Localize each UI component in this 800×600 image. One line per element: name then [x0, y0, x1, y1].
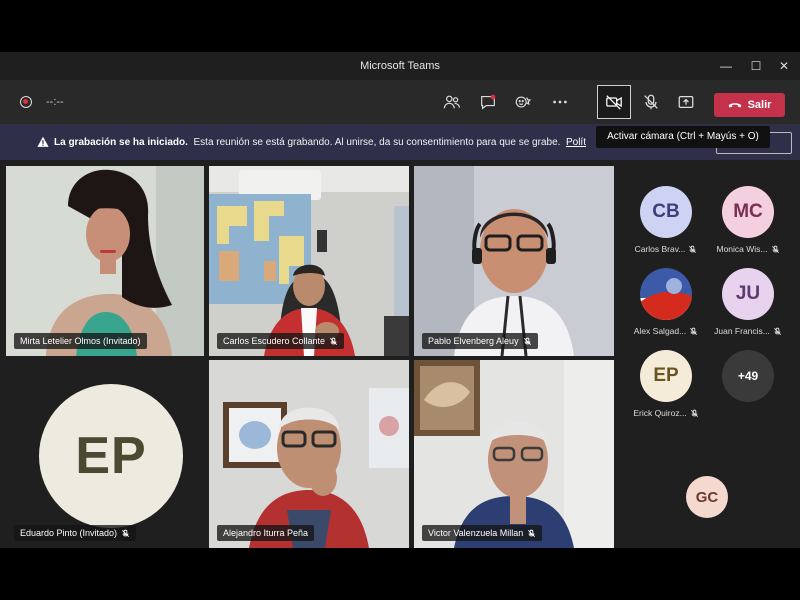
people-icon: [443, 95, 460, 109]
mic-off-icon: [330, 337, 338, 345]
camera-off-icon: [606, 95, 622, 110]
video-tile-victor[interactable]: Victor Valenzuela Millan: [414, 360, 614, 548]
share-screen-button[interactable]: [672, 88, 700, 116]
microphone-toggle-button[interactable]: [637, 88, 665, 116]
reactions-button[interactable]: [509, 88, 537, 116]
participant-video: [209, 166, 409, 356]
roster-item[interactable]: MC Monica Wis...: [708, 186, 788, 254]
participant-name-tag: Eduardo Pinto (Invitado): [14, 525, 137, 541]
banner-message: La grabación se ha iniciado. Esta reunió…: [54, 137, 586, 148]
leave-button[interactable]: Salir: [714, 93, 785, 117]
leave-label: Salir: [747, 99, 772, 111]
camera-tooltip: Activar cámara (Ctrl + Mayús + O): [596, 126, 770, 148]
participant-roster: CB Carlos Brav... MC Monica Wis... Alex …: [614, 164, 800, 548]
reactions-icon: [515, 96, 532, 108]
close-button[interactable]: ✕: [772, 57, 796, 75]
banner-text: Esta reunión se está grabando. Al unirse…: [193, 137, 561, 148]
participant-video: [414, 166, 614, 356]
mic-off-icon: [689, 245, 697, 253]
participant-name: Pablo Elvenberg Aleuy: [428, 336, 519, 346]
roster-item[interactable]: EP Erick Quiroz...: [626, 350, 706, 418]
share-icon: [678, 95, 694, 109]
mic-off-icon: [773, 327, 781, 335]
more-participants-count: +49: [722, 350, 774, 402]
policy-link[interactable]: Polít: [566, 137, 586, 148]
mic-off-icon: [690, 327, 698, 335]
participant-avatar: MC: [722, 186, 774, 238]
participant-name: Carlos Escudero Collante: [223, 336, 326, 346]
participant-avatar: [640, 268, 692, 320]
banner-title: La grabación se ha iniciado.: [54, 137, 188, 148]
roster-item[interactable]: Alex Salgad...: [626, 268, 706, 336]
video-tile-eduardo[interactable]: EP Eduardo Pinto (Invitado): [6, 360, 204, 548]
roster-item[interactable]: GC: [667, 476, 747, 518]
video-tile-alejandro[interactable]: Alejandro Iturra Peña: [209, 360, 409, 548]
mic-off-icon: [690, 409, 698, 417]
mic-off-icon: [528, 529, 536, 537]
more-icon: [553, 100, 567, 104]
more-participants-button[interactable]: +49: [708, 350, 788, 402]
video-tile-mirta[interactable]: Mirta Letelier Olmos (Invitado): [6, 166, 204, 356]
mic-off-icon: [644, 94, 658, 110]
profile-photo: [640, 268, 692, 320]
roster-item[interactable]: JU Juan Francis...: [708, 268, 788, 336]
participant-name: Alex Salgad...: [633, 326, 687, 336]
window-title: Microsoft Teams: [360, 60, 440, 72]
participant-name: Carlos Brav...: [634, 244, 686, 254]
mic-off-icon: [523, 337, 531, 345]
meeting-toolbar: --:-- Salir: [0, 80, 800, 124]
minimize-button[interactable]: —: [714, 57, 738, 75]
camera-toggle-button[interactable]: [597, 85, 631, 119]
chat-icon: [481, 94, 496, 110]
chat-button[interactable]: [474, 88, 502, 116]
participant-name-tag: Mirta Letelier Olmos (Invitado): [14, 333, 147, 349]
participant-avatar: EP: [39, 384, 183, 528]
participant-name: Alejandro Iturra Peña: [223, 528, 309, 538]
recording-icon: [20, 96, 32, 108]
participant-avatar: JU: [722, 268, 774, 320]
participant-avatar: GC: [686, 476, 728, 518]
more-options-button[interactable]: [546, 88, 574, 116]
warning-icon: [37, 136, 49, 147]
participant-name: Eduardo Pinto (Invitado): [20, 528, 118, 538]
participants-button[interactable]: [438, 88, 466, 116]
participant-video: [209, 360, 409, 548]
participant-name: Victor Valenzuela Millan: [428, 528, 524, 538]
participant-video: [414, 360, 614, 548]
mic-off-icon: [122, 529, 130, 537]
video-tile-carlos-escudero[interactable]: Carlos Escudero Collante: [209, 166, 409, 356]
participant-name: Erick Quiroz...: [633, 408, 687, 418]
participant-video: [6, 166, 204, 356]
participant-avatar: EP: [640, 350, 692, 402]
meeting-timer: --:--: [46, 96, 64, 108]
participant-name-tag: Victor Valenzuela Millan: [422, 525, 543, 541]
participant-name-tag: Alejandro Iturra Peña: [217, 525, 315, 541]
participant-avatar: CB: [640, 186, 692, 238]
participant-name-tag: Pablo Elvenberg Aleuy: [422, 333, 538, 349]
hang-up-icon: [728, 103, 741, 108]
roster-item[interactable]: CB Carlos Brav...: [626, 186, 706, 254]
maximize-button[interactable]: ☐: [744, 57, 768, 75]
video-tile-pablo[interactable]: Pablo Elvenberg Aleuy: [414, 166, 614, 356]
title-bar: Microsoft Teams — ☐ ✕: [0, 52, 800, 80]
participant-name: Juan Francis...: [714, 326, 770, 336]
mic-off-icon: [771, 245, 779, 253]
participant-name: Mirta Letelier Olmos (Invitado): [20, 336, 141, 346]
participant-name: Monica Wis...: [716, 244, 768, 254]
participant-name-tag: Carlos Escudero Collante: [217, 333, 345, 349]
